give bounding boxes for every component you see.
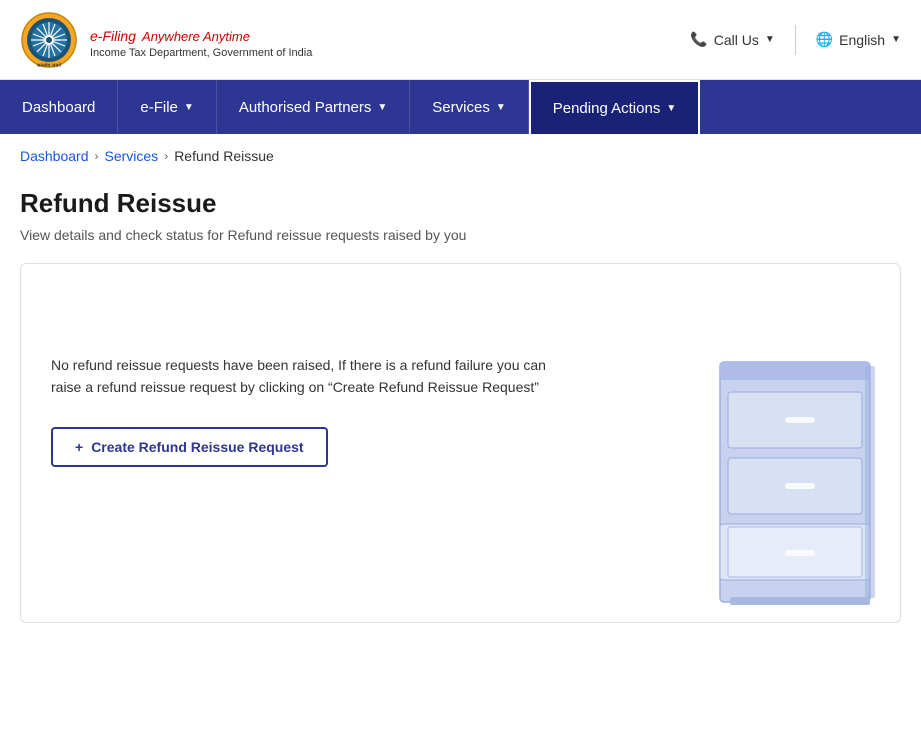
pending-actions-chevron-icon: ▼ [666,103,676,114]
nav-item-authorised-partners[interactable]: Authorised Partners ▼ [217,80,410,134]
nav-item-efile[interactable]: e-File ▼ [118,80,216,134]
breadcrumb-dashboard-link[interactable]: Dashboard [20,148,89,164]
services-chevron-icon: ▼ [496,102,506,113]
language-label: English [839,32,885,48]
nav-label-pending-actions: Pending Actions [553,100,661,117]
efile-chevron-icon: ▼ [184,102,194,113]
header-actions: 📞 Call Us ▼ 🌐 English ▼ [690,25,901,55]
emblem-icon: सत्यमेव जयते [20,11,78,69]
breadcrumb-current: Refund Reissue [174,148,274,164]
language-chevron-icon: ▼ [891,34,901,45]
create-refund-reissue-button[interactable]: + Create Refund Reissue Request [51,427,328,467]
nav-label-efile: e-File [140,99,178,116]
nav-label-dashboard: Dashboard [22,99,95,116]
logo-text-area: e-Filing Anywhere Anytime Income Tax Dep… [90,21,312,59]
breadcrumb-sep-1: › [95,149,99,163]
logo-brand: e-Filing [90,28,136,44]
nav-item-dashboard[interactable]: Dashboard [0,80,118,134]
card-message: No refund reissue requests have been rai… [51,354,571,399]
page-title: Refund Reissue [20,188,901,219]
call-us-button[interactable]: 📞 Call Us ▼ [690,31,774,48]
nav-label-services: Services [432,99,490,116]
breadcrumb: Dashboard › Services › Refund Reissue [0,134,921,178]
refund-reissue-card: No refund reissue requests have been rai… [20,263,901,623]
svg-text:सत्यमेव जयते: सत्यमेव जयते [37,62,61,69]
logo-title: e-Filing Anywhere Anytime [90,21,312,47]
logo-subtitle: Income Tax Department, Government of Ind… [90,47,312,59]
nav-label-authorised-partners: Authorised Partners [239,99,372,116]
globe-icon: 🌐 [816,31,833,48]
call-us-label: Call Us [714,32,759,48]
breadcrumb-sep-2: › [164,149,168,163]
call-us-chevron-icon: ▼ [765,34,775,45]
nav-item-services[interactable]: Services ▼ [410,80,528,134]
language-selector[interactable]: 🌐 English ▼ [816,31,901,48]
phone-icon: 📞 [690,31,707,48]
breadcrumb-services-link[interactable]: Services [105,148,159,164]
create-button-label: Create Refund Reissue Request [91,439,303,455]
navbar: Dashboard e-File ▼ Authorised Partners ▼… [0,80,921,134]
header: सत्यमेव जयते e-Filing Anywhere Anytime I… [0,0,921,80]
logo-tagline: Anywhere Anytime [142,29,250,44]
main-content: Refund Reissue View details and check st… [0,178,921,643]
header-divider [795,25,796,55]
nav-item-pending-actions[interactable]: Pending Actions ▼ [529,80,700,134]
authorised-partners-chevron-icon: ▼ [377,102,387,113]
page-subtitle: View details and check status for Refund… [20,227,901,243]
cabinet-illustration [690,342,901,622]
plus-icon: + [75,439,83,455]
logo-area: सत्यमेव जयते e-Filing Anywhere Anytime I… [20,11,312,69]
